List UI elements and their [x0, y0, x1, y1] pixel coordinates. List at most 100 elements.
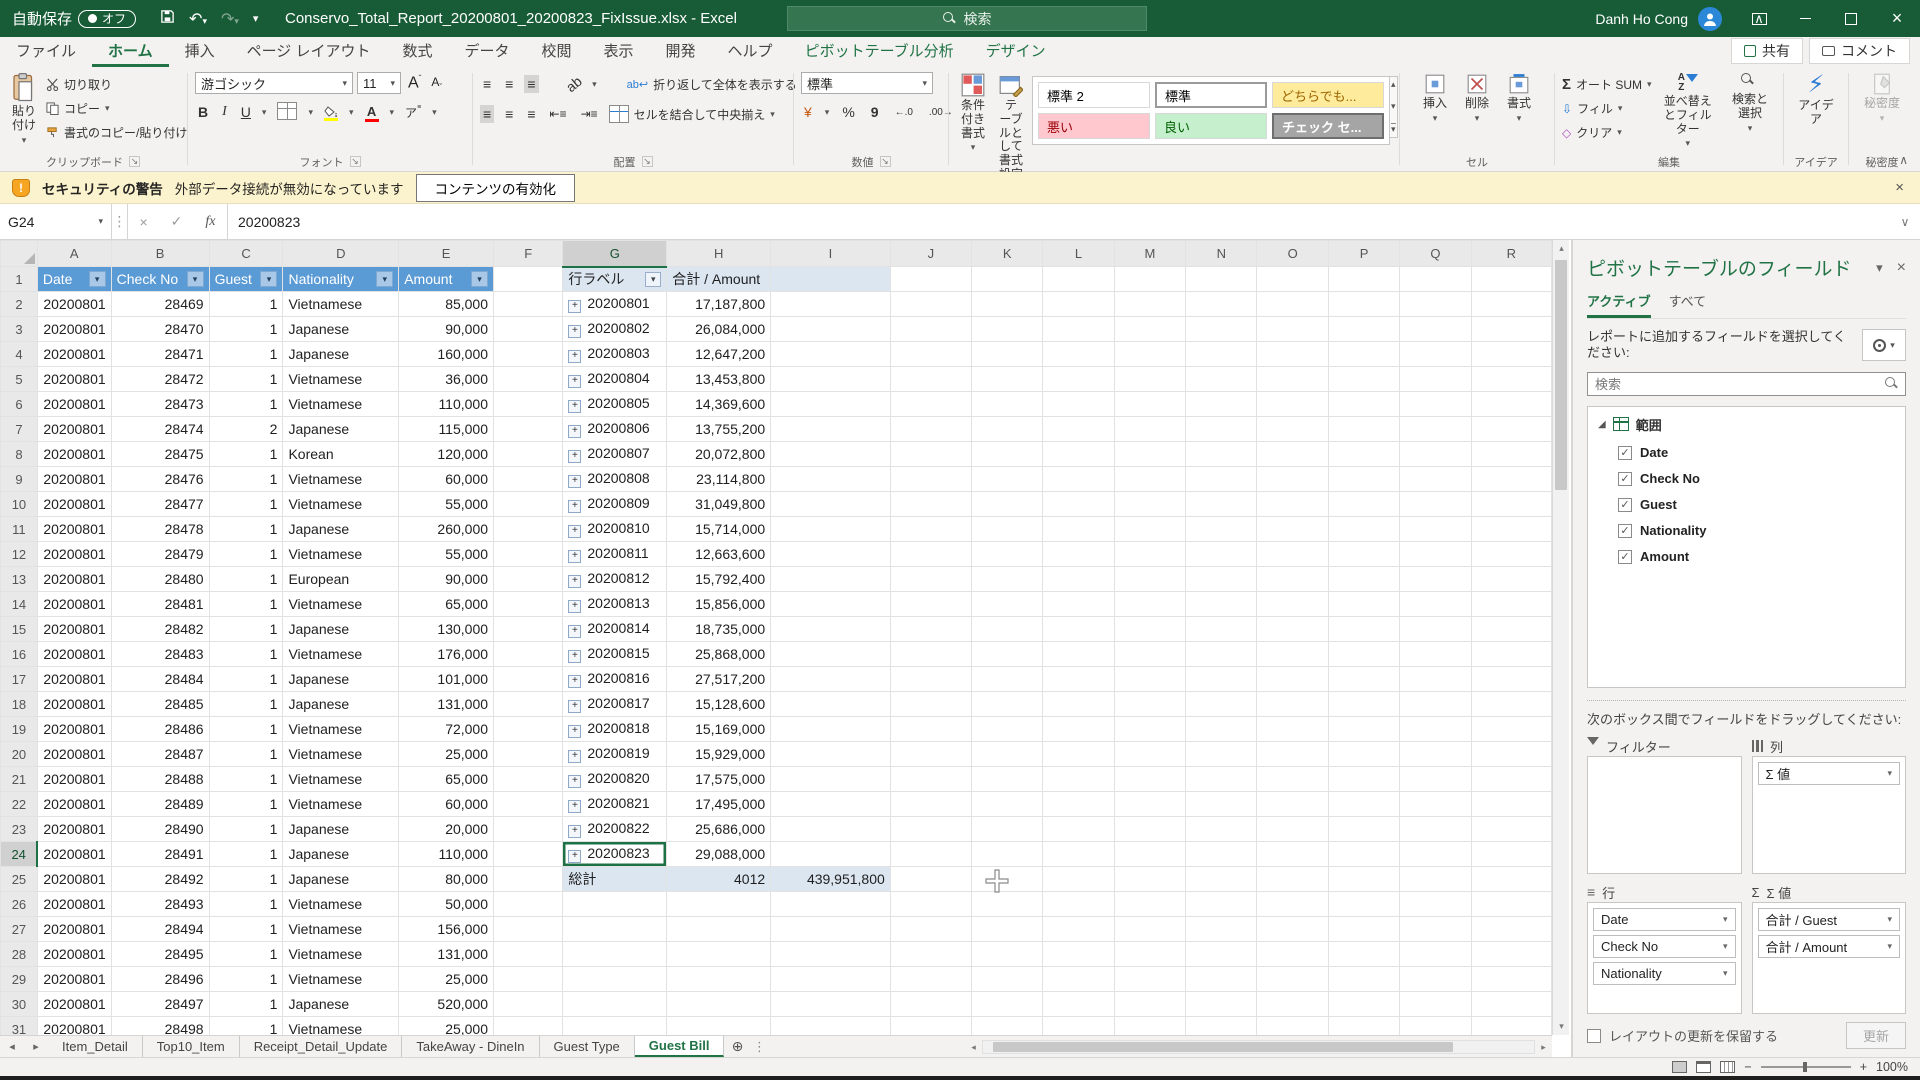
name-box[interactable]: G24▾ — [0, 204, 112, 239]
cell-A26[interactable]: 20200801 — [37, 892, 111, 917]
cell-B21[interactable]: 28488 — [111, 767, 209, 792]
cell-J7[interactable] — [890, 417, 971, 442]
cell-G24[interactable]: +20200823 — [563, 842, 667, 867]
cell-B6[interactable]: 28473 — [111, 392, 209, 417]
cell-F27[interactable] — [494, 917, 563, 942]
cell-M25[interactable] — [1114, 867, 1185, 892]
cell-A19[interactable]: 20200801 — [37, 717, 111, 742]
borders-button[interactable] — [274, 101, 300, 124]
cell-E16[interactable]: 176,000 — [399, 642, 494, 667]
cell-L19[interactable] — [1043, 717, 1114, 742]
defer-layout-checkbox[interactable] — [1587, 1029, 1601, 1043]
cell-N28[interactable] — [1186, 942, 1257, 967]
cell-J8[interactable] — [890, 442, 971, 467]
cell-J3[interactable] — [890, 317, 971, 342]
cell-H30[interactable] — [667, 992, 771, 1017]
cell-C27[interactable]: 1 — [209, 917, 283, 942]
cell-J1[interactable] — [890, 267, 971, 292]
cell-B25[interactable]: 28492 — [111, 867, 209, 892]
cell-O14[interactable] — [1257, 592, 1328, 617]
cell-H27[interactable] — [667, 917, 771, 942]
autosum-button[interactable]: Σオート SUM▾ — [1562, 74, 1652, 95]
cell-N13[interactable] — [1186, 567, 1257, 592]
message-bar-close-icon[interactable]: × — [1895, 179, 1904, 196]
cell-P19[interactable] — [1328, 717, 1399, 742]
insert-function-icon[interactable]: fx — [205, 214, 215, 230]
cell-L26[interactable] — [1043, 892, 1114, 917]
cell-G31[interactable] — [563, 1017, 667, 1036]
cell-E13[interactable]: 90,000 — [399, 567, 494, 592]
cell-D14[interactable]: Vietnamese — [283, 592, 399, 617]
cell-O6[interactable] — [1257, 392, 1328, 417]
cell-L2[interactable] — [1043, 292, 1114, 317]
cell-J19[interactable] — [890, 717, 971, 742]
expand-icon[interactable]: + — [568, 675, 581, 688]
cell-A5[interactable]: 20200801 — [37, 367, 111, 392]
cell-R27[interactable] — [1471, 917, 1551, 942]
cell-D21[interactable]: Vietnamese — [283, 767, 399, 792]
filter-button-icon[interactable]: ▾ — [187, 271, 204, 287]
copy-button[interactable]: コピー▾ — [46, 98, 187, 119]
row-header-27[interactable]: 27 — [1, 917, 38, 942]
cell-A11[interactable]: 20200801 — [37, 517, 111, 542]
cell-B22[interactable]: 28489 — [111, 792, 209, 817]
row-header-29[interactable]: 29 — [1, 967, 38, 992]
cell-R9[interactable] — [1471, 467, 1551, 492]
increase-decimal-icon[interactable]: ←.0 — [892, 106, 916, 119]
enter-icon[interactable]: ✓ — [171, 213, 183, 230]
cell-L7[interactable] — [1043, 417, 1114, 442]
cell-C7[interactable]: 2 — [209, 417, 283, 442]
zoom-out-icon[interactable]: − — [1744, 1060, 1751, 1074]
cell-O11[interactable] — [1257, 517, 1328, 542]
cell-O24[interactable] — [1257, 842, 1328, 867]
cell-C20[interactable]: 1 — [209, 742, 283, 767]
cell-O7[interactable] — [1257, 417, 1328, 442]
cell-Q31[interactable] — [1400, 1017, 1471, 1036]
cell-R8[interactable] — [1471, 442, 1551, 467]
row-header-2[interactable]: 2 — [1, 292, 38, 317]
save-button[interactable] — [160, 9, 175, 29]
sheet-tab-TakeAway - DineIn[interactable]: TakeAway - DineIn — [402, 1036, 539, 1057]
cell-D20[interactable]: Vietnamese — [283, 742, 399, 767]
cell-F23[interactable] — [494, 817, 563, 842]
close-button[interactable]: × — [1874, 0, 1920, 37]
cell-H9[interactable]: 23,114,800 — [667, 467, 771, 492]
undo-button[interactable]: ↶▾ — [189, 9, 207, 29]
cell-P4[interactable] — [1328, 342, 1399, 367]
values-drop-zone[interactable]: 合計 / Guest▾合計 / Amount▾ — [1752, 902, 1907, 1014]
sheet-tab-Guest Type[interactable]: Guest Type — [540, 1036, 635, 1057]
cell-style-悪い[interactable]: 悪い — [1038, 113, 1150, 139]
cell-N30[interactable] — [1186, 992, 1257, 1017]
horizontal-scroll-thumb[interactable] — [993, 1042, 1453, 1052]
cell-H15[interactable]: 18,735,000 — [667, 617, 771, 642]
cell-D4[interactable]: Japanese — [283, 342, 399, 367]
cell-R7[interactable] — [1471, 417, 1551, 442]
row-header-8[interactable]: 8 — [1, 442, 38, 467]
restore-button[interactable] — [1828, 0, 1874, 37]
cell-J31[interactable] — [890, 1017, 971, 1036]
cell-B20[interactable]: 28487 — [111, 742, 209, 767]
expand-icon[interactable]: + — [568, 500, 581, 513]
cell-D27[interactable]: Vietnamese — [283, 917, 399, 942]
pivot-area-field-Date[interactable]: Date▾ — [1593, 908, 1736, 931]
cell-J17[interactable] — [890, 667, 971, 692]
cell-N5[interactable] — [1186, 367, 1257, 392]
cell-C2[interactable]: 1 — [209, 292, 283, 317]
cell-E9[interactable]: 60,000 — [399, 467, 494, 492]
column-header-F[interactable]: F — [494, 241, 563, 267]
cell-L13[interactable] — [1043, 567, 1114, 592]
font-size-combo[interactable]: 11▾ — [357, 72, 401, 94]
cell-H26[interactable] — [667, 892, 771, 917]
tab-ファイル[interactable]: ファイル — [0, 36, 92, 67]
cell-H19[interactable]: 15,169,000 — [667, 717, 771, 742]
cell-P23[interactable] — [1328, 817, 1399, 842]
tab-active-fields[interactable]: アクティブ — [1587, 291, 1651, 318]
zoom-slider[interactable] — [1803, 1062, 1807, 1072]
cell-D31[interactable]: Vietnamese — [283, 1017, 399, 1036]
cell-L23[interactable] — [1043, 817, 1114, 842]
cell-D8[interactable]: Korean — [283, 442, 399, 467]
row-header-5[interactable]: 5 — [1, 367, 38, 392]
cell-O23[interactable] — [1257, 817, 1328, 842]
filter-button-icon[interactable]: ▾ — [471, 271, 488, 287]
cell-B15[interactable]: 28482 — [111, 617, 209, 642]
